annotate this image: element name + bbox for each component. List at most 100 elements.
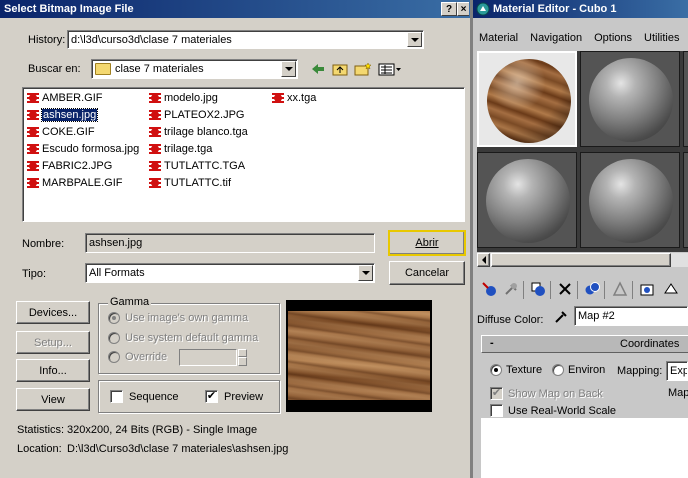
material-editor-titlebar[interactable]: Material Editor - Cubo 1 <box>473 0 688 18</box>
radio-system-gamma[interactable] <box>108 332 120 344</box>
show-map-back-option[interactable]: ✔ Show Map on Back <box>490 387 603 400</box>
list-item[interactable]: COKE.GIF <box>26 124 95 140</box>
menu-options[interactable]: Options <box>588 32 638 44</box>
radio-environ[interactable] <box>552 364 564 376</box>
sample-slot-5[interactable] <box>580 152 680 248</box>
list-item[interactable]: FABRIC2.JPG <box>26 158 112 174</box>
effects-channel-icon <box>612 281 628 296</box>
cancel-button[interactable]: Cancelar <box>389 261 465 285</box>
pick-material-button[interactable] <box>552 308 570 326</box>
setup-button[interactable]: Setup... <box>16 331 90 354</box>
list-item[interactable]: MARBPALE.GIF <box>26 175 122 191</box>
toolbar-separator <box>577 281 578 299</box>
show-map-button[interactable] <box>637 279 657 299</box>
view-button[interactable]: View <box>16 388 90 411</box>
file-list[interactable]: AMBER.GIF ashsen.jpg COKE.GIF Escudo for… <box>22 87 465 222</box>
up-folder-button[interactable] <box>331 60 349 78</box>
sequence-option[interactable]: Sequence <box>110 390 179 403</box>
gamma-override-spinner[interactable] <box>238 349 247 366</box>
show-end-result-button[interactable] <box>661 279 681 299</box>
list-item[interactable]: trilage blanco.tga <box>148 124 248 140</box>
view-list-icon <box>378 63 401 76</box>
preview-option[interactable]: ✔ Preview <box>205 390 263 403</box>
blank-area <box>481 418 688 478</box>
radio-own-gamma[interactable] <box>108 312 120 324</box>
filetype-dropdown[interactable]: All Formats <box>85 263 375 283</box>
dialog-title: Select Bitmap Image File <box>4 3 134 15</box>
select-bitmap-dialog: Select Bitmap Image File ? × History: d:… <box>0 0 470 478</box>
put-material-button[interactable] <box>501 279 521 299</box>
spinner-up-icon <box>238 349 247 357</box>
history-dropdown[interactable]: d:\l3d\curso3d\clase 7 materiales <box>67 30 424 49</box>
list-item[interactable]: TUTLATTC.tif <box>148 175 231 191</box>
gamma-override-input[interactable] <box>179 349 237 366</box>
list-item[interactable]: Escudo formosa.jpg <box>26 141 139 157</box>
scroll-thumb[interactable] <box>491 253 671 267</box>
image-file-icon <box>26 176 40 190</box>
close-button[interactable]: × <box>457 2 469 16</box>
real-world-scale-checkbox[interactable] <box>490 404 503 417</box>
material-effects-button[interactable] <box>610 279 630 299</box>
sample-slot-1[interactable] <box>477 51 577 147</box>
radio-override-gamma[interactable] <box>108 351 120 363</box>
slots-scrollbar[interactable] <box>477 253 688 267</box>
help-button[interactable]: ? <box>441 2 457 16</box>
environ-option[interactable]: Environ <box>552 364 605 376</box>
gamma-own-option[interactable]: Use image's own gamma <box>108 312 248 324</box>
get-material-button[interactable] <box>479 279 499 299</box>
reset-material-button[interactable] <box>555 279 575 299</box>
view-menu-button[interactable] <box>377 60 403 78</box>
get-material-icon <box>482 282 496 296</box>
sequence-checkbox[interactable] <box>110 390 123 403</box>
sample-slot-6[interactable] <box>683 152 688 248</box>
toolbar-separator <box>604 281 605 299</box>
gamma-system-option[interactable]: Use system default gamma <box>108 332 258 344</box>
list-item[interactable]: PLATEOX2.JPG <box>148 107 245 123</box>
dialog-titlebar[interactable]: Select Bitmap Image File <box>0 0 470 18</box>
location-value: D:\l3d\Curso3d\clase 7 materiales\ashsen… <box>67 443 289 455</box>
open-button[interactable]: Abrir <box>388 230 466 256</box>
copy-material-button[interactable] <box>582 279 602 299</box>
image-file-icon <box>148 142 162 156</box>
info-button[interactable]: Info... <box>16 359 90 382</box>
sample-slot-2[interactable] <box>580 51 680 147</box>
mapping-dropdown[interactable]: Exp <box>666 361 688 381</box>
map-name-input[interactable]: Map #2 <box>574 306 688 326</box>
assign-material-button[interactable] <box>528 279 548 299</box>
menu-material[interactable]: Material <box>473 32 524 44</box>
material-editor-menubar: Material Navigation Options Utilities <box>473 28 688 48</box>
texture-option[interactable]: Texture <box>490 364 542 376</box>
end-result-icon <box>664 283 678 294</box>
menu-utilities[interactable]: Utilities <box>638 32 685 44</box>
menu-navigation[interactable]: Navigation <box>524 32 588 44</box>
list-item[interactable]: AMBER.GIF <box>26 90 103 106</box>
devices-button[interactable]: Devices... <box>16 301 90 324</box>
folder-icon <box>95 63 111 75</box>
radio-texture[interactable] <box>490 364 502 376</box>
chevron-down-icon <box>410 37 419 42</box>
new-folder-button[interactable] <box>353 60 373 78</box>
lookin-dropdown-arrow[interactable] <box>281 61 296 77</box>
back-button[interactable] <box>310 60 326 78</box>
gamma-override-option[interactable]: Override <box>108 351 167 363</box>
show-map-back-checkbox[interactable]: ✔ <box>490 387 503 400</box>
coordinates-rollout-header[interactable]: - Coordinates <box>481 335 688 353</box>
history-dropdown-arrow[interactable] <box>407 32 422 47</box>
filename-input[interactable]: ashsen.jpg <box>85 233 375 253</box>
list-item[interactable]: xx.tga <box>271 90 316 106</box>
filename-label: Nombre: <box>22 238 65 250</box>
real-world-scale-option[interactable]: Use Real-World Scale <box>490 404 616 417</box>
preview-checkbox[interactable]: ✔ <box>205 390 218 403</box>
filetype-dropdown-arrow[interactable] <box>358 265 373 281</box>
image-file-icon <box>148 159 162 173</box>
sample-slot-4[interactable] <box>477 152 577 248</box>
scroll-left-button[interactable] <box>477 253 490 267</box>
lookin-dropdown[interactable]: clase 7 materiales <box>91 59 298 79</box>
sample-slot-3[interactable] <box>683 51 688 147</box>
list-item[interactable]: modelo.jpg <box>148 90 218 106</box>
list-item[interactable]: trilage.tga <box>148 141 212 157</box>
image-file-icon <box>148 176 162 190</box>
list-item[interactable]: TUTLATTC.TGA <box>148 158 245 174</box>
list-item-selected[interactable]: ashsen.jpg <box>26 107 99 123</box>
image-file-icon <box>148 108 162 122</box>
